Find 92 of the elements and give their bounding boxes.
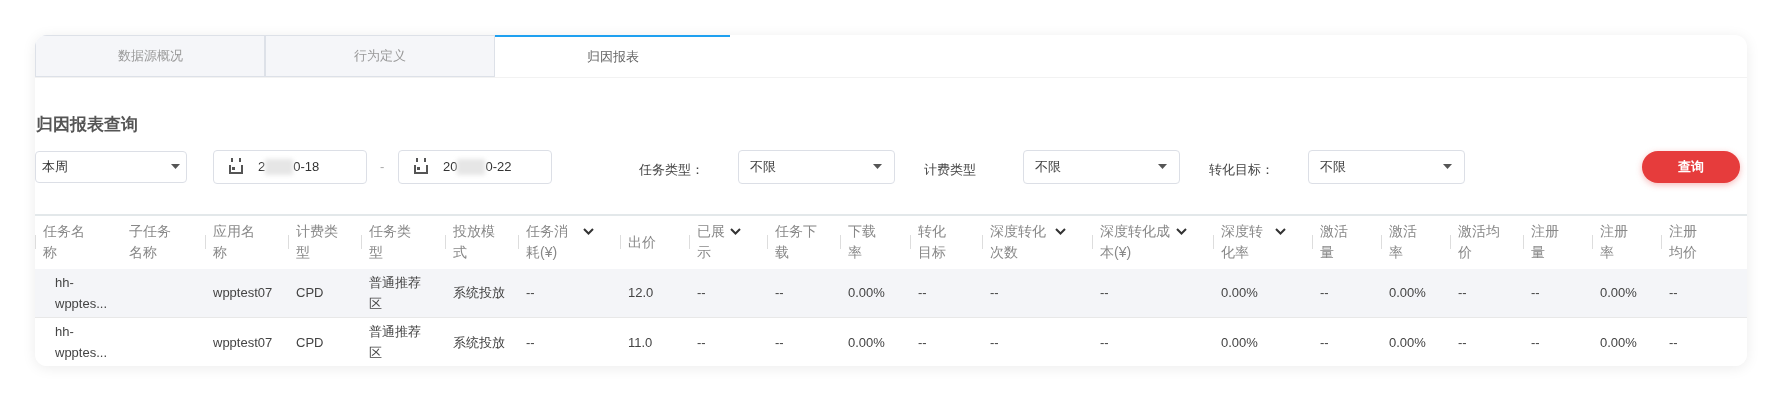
- date-text: 0-22: [485, 157, 512, 176]
- chevron-down-icon[interactable]: [583, 228, 594, 235]
- column-header: 注册率: [1599, 222, 1629, 262]
- date-text: 2: [258, 157, 266, 176]
- query-button[interactable]: 查询: [1642, 150, 1740, 183]
- table-cell-text: hh-wpptes...: [55, 323, 109, 362]
- column-header: 投放模式: [452, 222, 495, 262]
- table-cell-text: 0.00%: [1389, 333, 1427, 352]
- column-header: 深度转化次数: [989, 222, 1047, 262]
- table-cell-text: --: [990, 333, 1000, 352]
- dropdown-caret-icon: [1443, 164, 1452, 169]
- table-cell-text: --: [918, 284, 928, 302]
- calendar-icon: [413, 158, 429, 175]
- table-cell-text: --: [1100, 333, 1110, 352]
- filter-label: 转化目标：: [1209, 160, 1275, 179]
- period-select[interactable]: 本周: [35, 150, 187, 183]
- table-cell-text: --: [526, 333, 536, 352]
- table-cell-text: --: [1100, 284, 1110, 302]
- table-cell-text: hh-wpptes...: [55, 273, 109, 313]
- table-cell-text: --: [1458, 284, 1468, 302]
- table-cell-text: --: [775, 333, 785, 352]
- table-cell-text: --: [775, 284, 785, 302]
- date-text: 0-18: [293, 157, 320, 176]
- column-header: 任务名称: [42, 222, 86, 262]
- chevron-down-icon[interactable]: [1176, 228, 1187, 235]
- column-header: 任务类型: [368, 222, 412, 262]
- table-cell-text: --: [1531, 333, 1541, 352]
- table-cell-text: --: [990, 284, 1000, 302]
- date-field[interactable]: 20 0-22: [398, 149, 552, 184]
- column-header: 下载率: [847, 222, 877, 262]
- table-cell-text: wpptest07: [213, 284, 274, 302]
- column-header: 激活率: [1388, 222, 1418, 262]
- table-cell-text: 0.00%: [848, 284, 886, 302]
- filter-select[interactable]: 不限: [738, 149, 895, 184]
- table-cell-text: --: [526, 284, 536, 302]
- blurred-region: [457, 158, 486, 175]
- table-cell-text: 0.00%: [848, 333, 886, 352]
- column-header: 注册量: [1530, 222, 1560, 262]
- table-cell-text: --: [918, 333, 928, 352]
- table-cell-text: 11.0: [628, 333, 654, 352]
- chevron-down-icon[interactable]: [1055, 228, 1066, 235]
- column-header: 计费类型: [295, 222, 338, 262]
- table-cell-text: 0.00%: [1221, 284, 1259, 302]
- table-cell-text: --: [697, 284, 707, 302]
- filter-select[interactable]: 不限: [1023, 149, 1180, 184]
- dropdown-caret-icon: [1158, 164, 1167, 169]
- table-cell-text: --: [1669, 333, 1679, 352]
- column-header: 注册均价: [1668, 222, 1698, 262]
- table-cell-text: 普通推荐区: [369, 273, 422, 313]
- filter-select[interactable]: 不限: [1308, 149, 1465, 184]
- column-header: 激活量: [1319, 222, 1349, 262]
- table-cell-text: 0.00%: [1389, 284, 1427, 302]
- table-cell-text: 普通推荐区: [369, 323, 422, 362]
- blurred-region: [265, 158, 294, 175]
- table-cell-text: 0.00%: [1221, 333, 1259, 352]
- table-cell-text: CPD: [296, 333, 325, 352]
- table-cell-text: 0.00%: [1600, 333, 1638, 352]
- table-cell-text: wpptest07: [213, 333, 274, 352]
- filter-label: 任务类型：: [639, 160, 705, 179]
- column-header: 转化目标: [917, 222, 947, 262]
- table-cell-text: CPD: [296, 284, 325, 302]
- dropdown-caret-icon: [171, 164, 180, 169]
- table-cell-text: --: [1458, 333, 1468, 352]
- calendar-icon: [228, 158, 244, 175]
- table-cell-text: 系统投放: [453, 284, 506, 302]
- table-cell-text: --: [1669, 284, 1679, 302]
- table-row[interactable]: hh-wpptes... wpptest07 CPD 普通推荐区 系统投放 -- 11.0 -- -- 0.00% -- -- -- 0.00% -- 0.00% -- -- 0.00% --: [35, 317, 1747, 366]
- table-cell-text: 系统投放: [453, 333, 506, 352]
- table-row[interactable]: hh-wpptes... wpptest07 CPD 普通推荐区 系统投放 -- 12.0 -- -- 0.00% -- -- -- 0.00% -- 0.00% -- -- 0.00% --: [35, 268, 1747, 318]
- table-cell-text: --: [1531, 284, 1541, 302]
- table-cell-text: 0.00%: [1600, 284, 1638, 302]
- column-header: 深度转化成本(¥): [1099, 222, 1171, 262]
- column-header: 子任务名称: [128, 222, 172, 262]
- date-text: 20: [443, 157, 458, 176]
- column-header: 激活均价: [1457, 222, 1500, 262]
- section-title: 归因报表查询: [35, 114, 139, 136]
- chevron-down-icon[interactable]: [730, 228, 741, 235]
- date-field[interactable]: 2 0-18: [213, 149, 367, 184]
- column-header: 任务下载: [774, 222, 817, 262]
- date-separator: -: [380, 157, 385, 176]
- table-cell-text: 12.0: [628, 284, 655, 302]
- column-header: 出价: [627, 232, 657, 252]
- column-header: 应用名称: [212, 222, 256, 262]
- table-cell-text: --: [1320, 284, 1330, 302]
- filter-label: 计费类型: [924, 160, 977, 179]
- table-cell-text: --: [1320, 333, 1330, 352]
- table-cell-text: --: [697, 333, 707, 352]
- chevron-down-icon[interactable]: [1275, 228, 1286, 235]
- column-header: 任务消耗(¥): [525, 222, 569, 262]
- column-header: 深度转化率: [1220, 222, 1264, 262]
- dropdown-caret-icon: [873, 164, 882, 169]
- column-header: 已展示: [696, 222, 726, 262]
